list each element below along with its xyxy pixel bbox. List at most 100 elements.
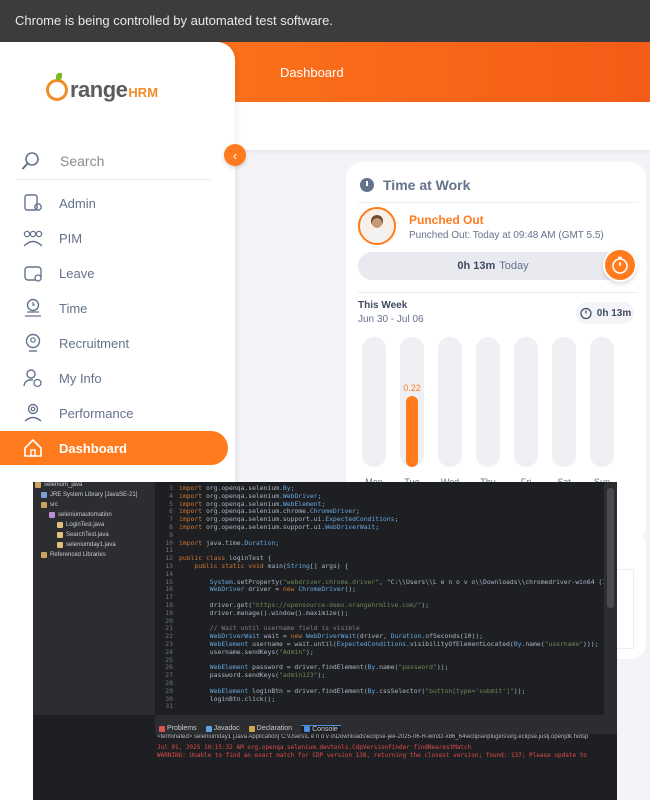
tab-console[interactable]: Console [301,724,341,733]
tree-item-label: selenium_java [44,482,83,488]
line-number: 19 [165,608,173,617]
divider [358,202,638,203]
code-text: System.setProperty("webdriver.chrome.dri… [209,577,618,586]
stopwatch-icon [580,307,592,320]
code-text: WebElement loginBtn = driver.findElement… [209,686,526,695]
line-number: 17 [165,593,173,602]
code-text: import org.openqa.selenium.support.ui.Ex… [179,515,399,524]
line-number: 16 [165,585,173,594]
sidebar-item-dashboard[interactable]: Dashboard [0,431,228,465]
line-number: 14 [165,569,173,578]
bar-track [552,337,576,467]
editor-horizontal-scrollbar[interactable] [155,715,617,723]
sidebar-item-pim[interactable]: PIM [0,221,228,255]
today-total: 0h 13m Today [358,252,628,280]
today-value: 0h 13m [457,260,496,272]
sidebar-item-recruitment[interactable]: Recruitment [0,326,228,360]
console-path: <terminated> seleniumday1 [Java Applicat… [155,734,617,743]
line-number: 27 [165,671,173,680]
bar-value-label: 0.22 [403,383,421,393]
sidebar-search[interactable]: Search [16,142,212,180]
tab-problems[interactable]: Problems [159,725,197,732]
scrollbar-thumb[interactable] [607,488,614,608]
sidebar-item-leave[interactable]: Leave [0,256,228,290]
code-text: import org.openqa.selenium.WebElement; [179,499,326,508]
line-number: 4 [169,491,173,500]
clock-icon [360,178,374,192]
code-text: import java.time.Duration; [179,538,280,547]
code-line: 15 System.setProperty("webdriver.chrome.… [155,577,618,586]
code-text: import org.openqa.selenium.support.ui.We… [179,523,380,531]
tree-item[interactable]: seleniumautomation [49,512,112,518]
line-number: 23 [165,640,173,648]
line-number: 25 [165,655,173,664]
folder-icon [35,482,41,488]
chevron-left-icon: ‹ [232,147,238,163]
console-line: WARNING: Unable to find an exact match f… [157,752,587,759]
code-line: 7 import org.openqa.selenium.support.ui.E… [155,515,398,523]
pim-icon [23,230,43,247]
tree-item[interactable]: SearchTest.java [57,532,109,538]
folder-icon [57,542,63,548]
code-line: 10 import java.time.Duration; [155,539,279,547]
sidebar-item-my-info[interactable]: My Info [0,361,228,395]
line-number: 15 [165,577,173,586]
tree-item[interactable]: seleniumday1.java [57,542,116,548]
javadoc-icon [205,725,212,732]
code-line: 18 driver.get("https://opensource-demo.o… [155,601,429,609]
editor-scrollbar[interactable] [604,482,617,715]
line-number: 22 [165,632,173,641]
page-title: Dashboard [280,65,344,80]
tab-label: Console [312,725,338,733]
line-number: 18 [165,601,173,609]
tree-item[interactable]: LoginTest.java [57,522,104,528]
code-line: 22 WebDriverWait wait = new WebDriverWai… [155,632,483,640]
punch-timer-button[interactable] [603,248,637,282]
sidebar-collapse-button[interactable]: ‹ [224,144,246,166]
recruitment-icon [25,333,41,352]
tab-javadoc[interactable]: Javadoc [205,725,240,732]
sidebar-item-performance[interactable]: Performance [0,396,228,430]
tree-item-label: Referenced Libraries [50,552,106,558]
line-number: 26 [165,663,173,672]
search-input[interactable]: Search [60,153,104,169]
code-line: 11 [155,546,179,554]
code-line: 3 import org.openqa.selenium.By; [155,484,294,492]
tree-item[interactable]: selenium_java [35,482,82,488]
line-number: 21 [165,624,173,633]
tree-item[interactable]: src [41,502,58,508]
code-line: 25 [155,656,179,664]
declaration-icon [248,725,255,732]
sidebar-item-admin[interactable]: Admin [0,186,228,220]
folder-icon [57,532,63,538]
bar-track [590,337,614,467]
code-line: 20 [155,617,179,625]
folder-icon [41,502,47,508]
line-number: 20 [165,616,173,625]
line-number: 28 [165,679,173,687]
week-title: This Week [358,300,408,311]
code-line: 4 import org.openqa.selenium.WebDriver; [155,492,321,500]
code-line: 9 [155,531,179,539]
code-text: username.sendKeys("Admin"); [179,647,314,656]
sidebar-item-time[interactable]: Time [0,291,228,325]
folder-icon [41,492,47,498]
code-editor[interactable]: 3 import org.openqa.selenium.By; 4 import o… [155,482,618,715]
sidebar-item-label: Dashboard [59,440,127,456]
code-text: WebElement password = driver.findElement… [209,663,449,672]
code-text: import org.openqa.selenium.By; [179,484,295,492]
tree-item[interactable]: Referenced Libraries [41,552,106,558]
tree-item[interactable]: JRE System Library [JavaSE-21] [41,492,137,498]
line-number: 13 [165,562,173,570]
tab-declaration[interactable]: Declaration [248,725,293,732]
code-line: 16 WebDriver driver = new ChromeDriver()… [155,585,356,593]
package-explorer: selenium_java JRE System Library [JavaSE-… [33,482,155,715]
code-text: WebDriverWait wait = new WebDriverWait(d… [209,632,484,641]
infobar-text: Chrome is being controlled by automated … [15,13,333,28]
bar-track [438,337,462,467]
brand-suffix: HRM [128,85,159,100]
tab-label: Problems [167,725,197,732]
bar-track [362,337,386,467]
tab-label: Declaration [256,725,293,732]
line-number: 9 [169,530,173,539]
